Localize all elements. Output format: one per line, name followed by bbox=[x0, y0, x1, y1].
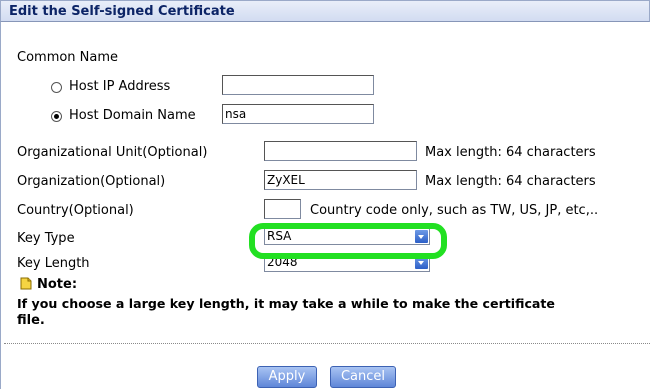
key-type-label: Key Type bbox=[17, 231, 75, 246]
key-length-highlight bbox=[249, 223, 447, 259]
host-ip-input[interactable] bbox=[222, 75, 374, 95]
host-ip-radio[interactable] bbox=[51, 82, 62, 93]
organization-label: Organization(Optional) bbox=[17, 174, 166, 189]
org-unit-input[interactable] bbox=[264, 141, 417, 161]
cancel-button[interactable]: Cancel bbox=[330, 366, 396, 388]
divider bbox=[4, 343, 650, 344]
note-line1: If you choose a large key length, it may… bbox=[17, 296, 555, 311]
country-hint: Country code only, such as TW, US, JP, e… bbox=[310, 203, 599, 218]
apply-button[interactable]: Apply bbox=[257, 366, 317, 388]
host-domain-input[interactable]: nsa bbox=[222, 104, 374, 124]
dialog-header: Edit the Self-signed Certificate bbox=[0, 0, 650, 22]
note-line2: file. bbox=[17, 313, 45, 328]
org-unit-label: Organizational Unit(Optional) bbox=[17, 145, 208, 160]
organization-hint: Max length: 64 characters bbox=[425, 174, 596, 189]
host-domain-label: Host Domain Name bbox=[69, 108, 196, 123]
key-length-label: Key Length bbox=[17, 256, 90, 271]
country-label: Country(Optional) bbox=[17, 203, 134, 218]
host-domain-radio[interactable] bbox=[51, 111, 62, 122]
host-ip-label: Host IP Address bbox=[69, 79, 171, 94]
note-title: Note: bbox=[37, 277, 78, 292]
country-input[interactable] bbox=[264, 199, 301, 219]
organization-input[interactable]: ZyXEL bbox=[264, 170, 417, 190]
dialog-title: Edit the Self-signed Certificate bbox=[9, 4, 235, 19]
note-icon bbox=[20, 277, 32, 290]
org-unit-hint: Max length: 64 characters bbox=[425, 145, 596, 160]
common-name-label: Common Name bbox=[17, 50, 119, 65]
